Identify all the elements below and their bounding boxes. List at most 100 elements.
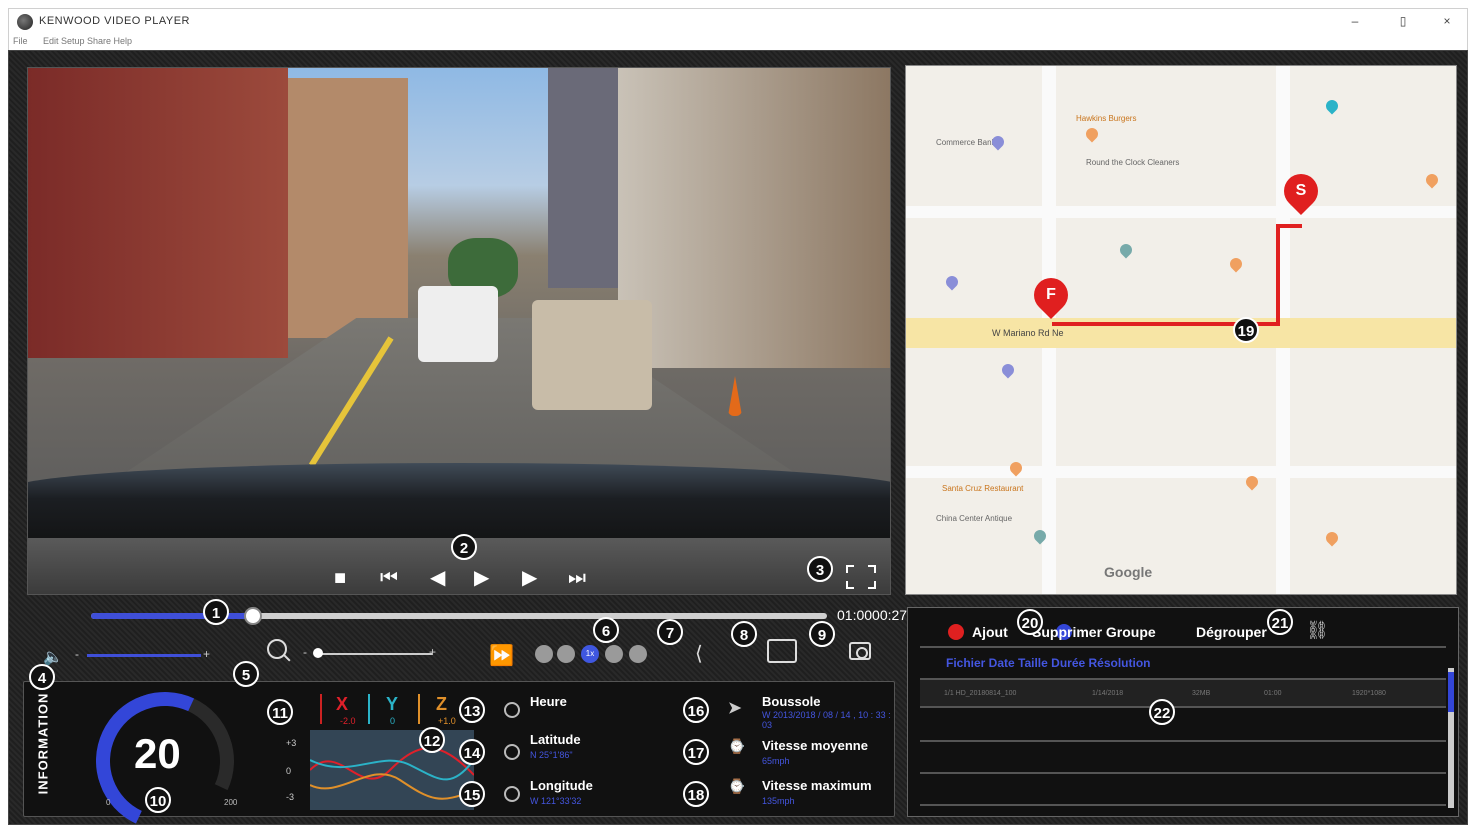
zoom-icon[interactable] [267, 639, 287, 659]
vitesse-maximum-label: Vitesse maximum [762, 778, 872, 793]
window-title: KENWOOD VIDEO PLAYER [39, 15, 190, 27]
car-dashboard [28, 463, 890, 538]
gsensor-separator [368, 694, 370, 724]
vitesse-moyenne-value: 65mph [762, 756, 790, 766]
map-label: Round the Clock Cleaners [1086, 158, 1180, 167]
file-list-panel: Ajout Supprimer Groupe Dégrouper ⛓ Fichi… [907, 607, 1459, 817]
speed-option[interactable] [557, 645, 575, 663]
map-road-label: W Mariano Rd Ne [992, 328, 1064, 338]
gsensor-separator [320, 694, 322, 724]
speed-option[interactable] [605, 645, 623, 663]
vitesse-maximum-value: 135mph [762, 796, 795, 806]
ungroup-link-icon[interactable]: ⛓ [1306, 620, 1329, 641]
play-button[interactable]: ▶ [474, 568, 489, 588]
timeline-slider[interactable] [91, 607, 827, 625]
stop-button[interactable]: ■ [334, 568, 346, 588]
map-poi-icon[interactable] [1323, 97, 1341, 115]
fullscreen-icon[interactable] [846, 565, 876, 589]
share-icon[interactable]: ⟨ [695, 641, 703, 666]
close-button[interactable]: × [1437, 12, 1457, 30]
badge-9: 9 [809, 621, 835, 647]
volume-slider[interactable] [87, 654, 201, 657]
zoom-minus-icon[interactable]: - [303, 645, 307, 659]
maximize-button[interactable]: ▯ [1393, 12, 1413, 30]
snapshot-icon[interactable] [849, 642, 871, 660]
map-label: Hawkins Burgers [1076, 114, 1137, 123]
badge-6: 6 [593, 617, 619, 643]
badge-11: 11 [267, 699, 293, 725]
ajout-button[interactable]: Ajout [972, 624, 1008, 640]
volume-plus-icon[interactable]: + [203, 647, 210, 661]
latitude-value: N 25°1'86" [530, 750, 573, 760]
gsensor-tick: -3 [286, 792, 295, 802]
title-bar: KENWOOD VIDEO PLAYER – ▯ × [8, 8, 1468, 34]
badge-17: 17 [683, 739, 709, 765]
boussole-value: W 2013/2018 / 08 / 14 , 10 : 33 : 03 [762, 710, 891, 730]
previous-file-button[interactable]: ⏮ [380, 568, 398, 588]
longitude-label: Longitude [530, 778, 593, 793]
minimize-button[interactable]: – [1345, 12, 1365, 30]
map-poi-icon[interactable] [1117, 241, 1135, 259]
beige-car [532, 300, 652, 410]
traffic-cone [728, 376, 742, 416]
gsensor-z-value: +1.0 [438, 716, 456, 726]
route-line [1276, 224, 1302, 228]
map-poi-icon[interactable] [1323, 529, 1341, 547]
speed-option[interactable] [629, 645, 647, 663]
add-icon[interactable] [948, 624, 964, 640]
zoom-plus-icon[interactable]: + [429, 645, 436, 659]
video-frame[interactable] [28, 68, 890, 538]
file-row[interactable] [920, 804, 1446, 806]
volume-minus-icon[interactable]: - [75, 647, 79, 661]
end-pin-icon[interactable]: F [1026, 270, 1076, 320]
fast-forward-icon[interactable]: ⏩ [489, 643, 514, 668]
boussole-label: Boussole [762, 694, 821, 709]
next-file-button[interactable]: ⏭ [568, 568, 586, 588]
degrouper-button[interactable]: Dégrouper [1196, 624, 1267, 640]
badge-20: 20 [1017, 609, 1043, 635]
map-poi-icon[interactable] [1227, 255, 1245, 273]
badge-4: 4 [29, 664, 55, 690]
speed-option[interactable] [535, 645, 553, 663]
file-size-cell: 32MB [1192, 690, 1211, 697]
building-left [28, 68, 288, 358]
map-poi-icon[interactable] [989, 133, 1007, 151]
gsensor-tick: 0 [286, 766, 292, 776]
step-forward-button[interactable]: ▶ [522, 568, 537, 588]
map-panel[interactable]: W Mariano Rd Ne Commerce Bank Hawkins Bu… [905, 65, 1457, 595]
speed-option-selected[interactable]: 1x [581, 645, 599, 663]
video-export-icon[interactable] [767, 639, 797, 663]
timecode: 01:0000:27 [837, 607, 908, 623]
file-list-scroll-thumb[interactable] [1448, 672, 1454, 712]
menu-file[interactable]: File [13, 36, 28, 46]
start-pin-icon[interactable]: S [1276, 166, 1326, 216]
map-poi-icon[interactable] [1423, 171, 1441, 189]
google-logo: Google [1104, 564, 1153, 580]
avg-speed-icon: ⌚ [728, 738, 746, 754]
map-poi-icon[interactable] [999, 361, 1017, 379]
menu-bar: File Edit Setup Share Help [8, 34, 1468, 50]
badge-14: 14 [459, 739, 485, 765]
file-row[interactable] [920, 740, 1446, 742]
map-street [906, 206, 1456, 218]
gsensor-x-label: X [336, 694, 349, 714]
menu-edit-setup-share-help[interactable]: Edit Setup Share Help [43, 36, 132, 46]
step-back-button[interactable]: ◀ [430, 568, 445, 588]
supprimer-groupe-button[interactable]: Supprimer Groupe [1032, 624, 1156, 640]
zoom-thumb[interactable] [313, 648, 323, 658]
information-title: INFORMATION [35, 692, 51, 795]
zoom-slider[interactable] [314, 653, 432, 655]
file-row[interactable] [920, 772, 1446, 774]
map-poi-icon[interactable] [1083, 125, 1101, 143]
gsensor-tick: +3 [286, 738, 297, 748]
gsensor-x-value: -2.0 [340, 716, 356, 726]
timeline-thumb[interactable] [243, 607, 262, 625]
file-row-selected[interactable]: 1/1 HD_20180814_100 1/14/2018 32MB 01:00… [920, 678, 1446, 708]
badge-7: 7 [657, 619, 683, 645]
badge-16: 16 [683, 697, 709, 723]
max-speed-icon: ⌚ [728, 778, 746, 794]
speed-max: 200 [224, 798, 238, 807]
latitude-icon [504, 744, 520, 760]
map-poi-icon[interactable] [943, 273, 961, 291]
file-duration-cell: 01:00 [1264, 690, 1282, 697]
